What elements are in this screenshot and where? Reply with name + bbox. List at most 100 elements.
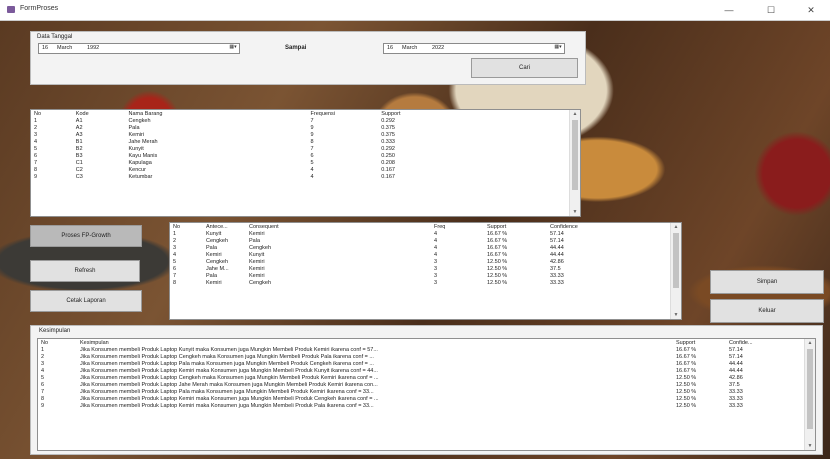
table-row[interactable]: 3 Pala Cengkeh 4 16.67 % 44.44 xyxy=(170,245,660,252)
table-row[interactable]: 5 B2 Kunyit 7 0.292 xyxy=(31,146,580,153)
barang-scrollbar[interactable]: ▲ ▼ xyxy=(569,110,580,216)
column-header[interactable]: Antece... xyxy=(203,223,246,231)
table-cell: 8 xyxy=(41,396,45,402)
table-cell: 33.33 xyxy=(729,396,743,402)
date-from-picker[interactable]: 16 March 1992 ▦▾ xyxy=(38,43,240,54)
table-cell: 16.67 % xyxy=(676,368,697,374)
table-row[interactable]: 6 B3 Kayu Manis 6 0.250 xyxy=(31,153,580,160)
table-cell: Kemiri xyxy=(206,252,222,258)
table-row[interactable]: 8 Kemiri Cengkeh 3 12.50 % 33.33 xyxy=(170,280,660,287)
table-row[interactable]: 3 A3 Kemiri 9 0.375 xyxy=(31,132,580,139)
column-header[interactable]: Confide... xyxy=(726,339,799,347)
column-header[interactable]: Nama Barang xyxy=(126,110,308,118)
table-cell: 44.44 xyxy=(729,368,743,374)
cari-button[interactable]: Cari xyxy=(471,58,578,78)
date-to-picker[interactable]: 16 March 2022 ▦▾ xyxy=(383,43,565,54)
table-cell: B2 xyxy=(75,146,83,152)
column-header[interactable]: Support xyxy=(378,110,580,118)
table-row[interactable]: 1 A1 Cengkeh 7 0.292 xyxy=(31,118,580,125)
minimize-button[interactable]: — xyxy=(716,3,742,17)
table-row[interactable]: 3 Jika Konsumen membeli Produk Laptop Pal… xyxy=(38,361,799,368)
table-row[interactable]: 2 Cengkeh Pala 4 16.67 % 57.14 xyxy=(170,238,660,245)
keluar-button[interactable]: Keluar xyxy=(710,299,824,323)
column-header[interactable]: No xyxy=(31,110,73,118)
scroll-down-icon[interactable]: ▼ xyxy=(671,311,681,319)
scroll-up-icon[interactable]: ▲ xyxy=(805,339,815,347)
table-row[interactable]: 8 Jika Konsumen membeli Produk Laptop Kem… xyxy=(38,396,799,403)
column-header[interactable]: Support xyxy=(673,339,726,347)
table-cell: Jika Konsumen membeli Produk Laptop Pala… xyxy=(80,361,374,367)
table-row[interactable]: 2 Jika Konsumen membeli Produk Laptop Cen… xyxy=(38,354,799,361)
calendar-dropdown-icon[interactable]: ▦▾ xyxy=(553,44,563,50)
scroll-thumb[interactable] xyxy=(673,233,679,288)
table-cell: Kemiri xyxy=(249,273,265,279)
kesimpulan-table[interactable]: No Kesimpulan Support Confide... 1 Jika K… xyxy=(37,338,816,451)
close-button[interactable]: ✕ xyxy=(798,3,824,17)
table-cell: 37.5 xyxy=(729,382,740,388)
rules-scrollbar[interactable]: ▲ ▼ xyxy=(670,223,681,319)
table-row[interactable]: 6 Jahe M... Kemiri 3 12.50 % 37.5 xyxy=(170,266,660,273)
table-row[interactable]: 1 Jika Konsumen membeli Produk Laptop Kun… xyxy=(38,347,799,354)
column-header[interactable]: Confidence xyxy=(547,223,660,231)
column-header[interactable]: Support xyxy=(484,223,547,231)
table-cell: 6 xyxy=(173,266,177,272)
table-row[interactable]: 6 Jika Konsumen membeli Produk Laptop Jah… xyxy=(38,382,799,389)
column-header[interactable]: Freq xyxy=(431,223,484,231)
table-cell: 0.250 xyxy=(381,153,395,159)
table-row[interactable]: 8 C2 Kencur 4 0.167 xyxy=(31,167,580,174)
rules-table[interactable]: No Antece... Consequent Freq Support Con… xyxy=(169,222,682,320)
scroll-thumb[interactable] xyxy=(807,349,813,429)
maximize-button[interactable]: ☐ xyxy=(758,3,784,17)
refresh-button[interactable]: Refresh xyxy=(30,260,140,282)
table-cell: 12.50 % xyxy=(487,273,508,279)
table-row[interactable]: 9 Jika Konsumen membeli Produk Laptop Kem… xyxy=(38,403,799,410)
scroll-down-icon[interactable]: ▼ xyxy=(570,208,580,216)
table-cell: Cengkeh xyxy=(206,259,229,265)
table-row[interactable]: 4 Kemiri Kunyit 4 16.67 % 44.44 xyxy=(170,252,660,259)
kesimpulan-scrollbar[interactable]: ▲ ▼ xyxy=(804,339,815,450)
proses-fp-growth-button[interactable]: Proses FP-Growth xyxy=(30,225,142,247)
scroll-thumb[interactable] xyxy=(572,120,578,190)
table-row[interactable]: 4 Jika Konsumen membeli Produk Laptop Kem… xyxy=(38,368,799,375)
date-separator-label: Sampai xyxy=(285,45,307,51)
table-cell: 12.50 % xyxy=(676,403,697,409)
table-cell: 9 xyxy=(41,403,45,409)
table-row[interactable]: 7 Pala Kemiri 3 12.50 % 33.33 xyxy=(170,273,660,280)
column-header[interactable]: Kode xyxy=(73,110,126,118)
column-header[interactable]: Consequent xyxy=(246,223,431,231)
scroll-up-icon[interactable]: ▲ xyxy=(570,110,580,118)
column-header[interactable]: Frequensi xyxy=(308,110,379,118)
barang-table[interactable]: No Kode Nama Barang Frequensi Support 1 A… xyxy=(30,109,581,217)
table-row[interactable]: 2 A2 Pala 9 0.375 xyxy=(31,125,580,132)
table-row[interactable]: 4 B1 Jahe Merah 8 0.333 xyxy=(31,139,580,146)
table-cell: 5 xyxy=(310,160,314,166)
table-cell: Ketumbar xyxy=(128,174,153,180)
column-header[interactable]: No xyxy=(170,223,203,231)
table-cell: 9 xyxy=(34,174,38,180)
scroll-down-icon[interactable]: ▼ xyxy=(805,442,815,450)
table-cell: 57.14 xyxy=(550,238,564,244)
table-row[interactable]: 9 C3 Ketumbar 4 0.167 xyxy=(31,174,580,181)
calendar-dropdown-icon[interactable]: ▦▾ xyxy=(228,44,238,50)
simpan-button[interactable]: Simpan xyxy=(710,270,824,294)
table-cell: 4 xyxy=(310,167,314,173)
column-header[interactable]: Kesimpulan xyxy=(77,339,673,347)
table-cell: 4 xyxy=(41,368,45,374)
table-cell: Jika Konsumen membeli Produk Laptop Kemi… xyxy=(80,396,379,402)
table-cell: A2 xyxy=(75,125,83,131)
table-row[interactable]: 1 Kunyit Kemiri 4 16.67 % 57.14 xyxy=(170,231,660,238)
table-cell: Kemiri xyxy=(249,231,265,237)
table-cell: 6 xyxy=(310,153,314,159)
table-row[interactable]: 7 C1 Kapulaga 5 0.208 xyxy=(31,160,580,167)
scroll-up-icon[interactable]: ▲ xyxy=(671,223,681,231)
table-cell: 4 xyxy=(173,252,177,258)
table-cell: Jahe M... xyxy=(206,266,229,272)
table-row[interactable]: 7 Jika Konsumen membeli Produk Laptop Pal… xyxy=(38,389,799,396)
table-row[interactable]: 5 Jika Konsumen membeli Produk Laptop Cen… xyxy=(38,375,799,382)
table-cell: 8 xyxy=(173,280,177,286)
table-cell: 44.44 xyxy=(550,252,564,258)
column-header[interactable]: No xyxy=(38,339,77,347)
table-row[interactable]: 5 Cengkeh Kemiri 3 12.50 % 42.86 xyxy=(170,259,660,266)
cetak-laporan-button[interactable]: Cetak Laporan xyxy=(30,290,142,312)
table-cell: 57.14 xyxy=(550,231,564,237)
